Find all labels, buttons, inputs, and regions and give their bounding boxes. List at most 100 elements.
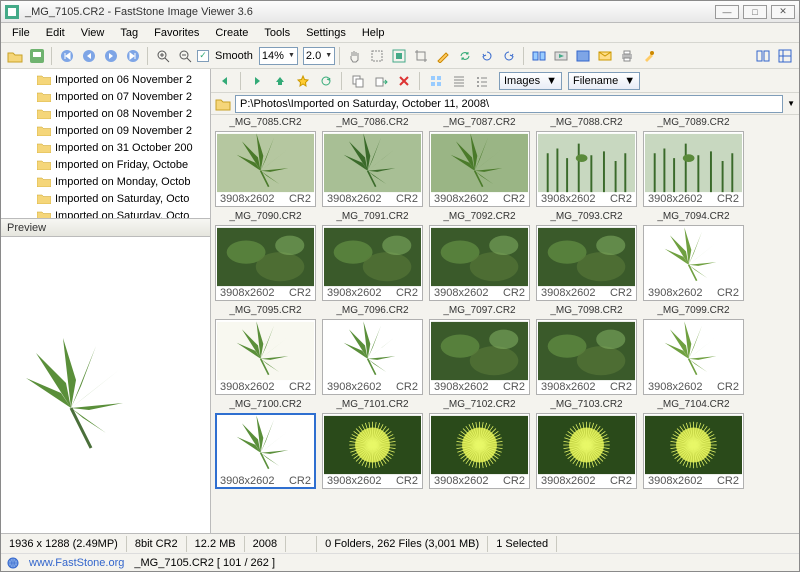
- path-dropdown-icon[interactable]: ▼: [787, 99, 795, 108]
- menu-create[interactable]: Create: [208, 25, 255, 41]
- menu-favorites[interactable]: Favorites: [147, 25, 206, 41]
- folder-label: Imported on Saturday, Octo: [55, 210, 189, 220]
- thumbnail-image: [431, 415, 528, 475]
- thumbnail[interactable]: _MG_7090.CR23908x2602CR2: [215, 211, 316, 301]
- thumbnail[interactable]: _MG_7102.CR23908x2602CR2: [429, 399, 530, 489]
- print-button[interactable]: [617, 46, 637, 66]
- thumbnail[interactable]: _MG_7089.CR23908x2602CR2: [643, 117, 744, 207]
- settings-button[interactable]: [639, 46, 659, 66]
- compare-button[interactable]: [529, 46, 549, 66]
- maximize-button[interactable]: □: [743, 5, 767, 19]
- status-dims: 1936 x 1288 (2.49MP): [1, 536, 127, 552]
- thumbnail[interactable]: _MG_7095.CR23908x2602CR2: [215, 305, 316, 395]
- menu-help[interactable]: Help: [355, 25, 392, 41]
- hand-tool-button[interactable]: [345, 46, 365, 66]
- rotate-left-button[interactable]: [477, 46, 497, 66]
- browser-toolbar: Images▼ Filename▼: [211, 69, 799, 93]
- status-website[interactable]: www.FastStone.org: [29, 557, 124, 569]
- status-selected: 1 Selected: [488, 536, 557, 552]
- save-button[interactable]: [27, 46, 47, 66]
- list-view-button[interactable]: [472, 71, 492, 91]
- email-button[interactable]: [595, 46, 615, 66]
- fullscreen-button[interactable]: [573, 46, 593, 66]
- thumbnail[interactable]: _MG_7096.CR23908x2602CR2: [322, 305, 423, 395]
- folder-tree[interactable]: Imported on 06 November 2Imported on 07 …: [1, 69, 210, 219]
- folder-item[interactable]: Imported on Monday, Octob: [1, 173, 210, 190]
- zoom-factor-select[interactable]: 2.0▼: [303, 47, 335, 65]
- thumbnail[interactable]: _MG_7088.CR23908x2602CR2: [536, 117, 637, 207]
- draw-button[interactable]: [433, 46, 453, 66]
- details-view-button[interactable]: [449, 71, 469, 91]
- thumbnail[interactable]: _MG_7101.CR23908x2602CR2: [322, 399, 423, 489]
- thumbnail[interactable]: _MG_7094.CR23908x2602CR2: [643, 211, 744, 301]
- dual-pane-button[interactable]: [753, 46, 773, 66]
- menu-view[interactable]: View: [74, 25, 112, 41]
- thumbnails-view-button[interactable]: [426, 71, 446, 91]
- menu-file[interactable]: File: [5, 25, 37, 41]
- folder-item[interactable]: Imported on 06 November 2: [1, 71, 210, 88]
- thumbnail[interactable]: _MG_7093.CR23908x2602CR2: [536, 211, 637, 301]
- menu-tools[interactable]: Tools: [257, 25, 297, 41]
- open-button[interactable]: [5, 46, 25, 66]
- folder-icon: [37, 159, 51, 170]
- folder-item[interactable]: Imported on 31 October 200: [1, 139, 210, 156]
- reload-button[interactable]: [316, 71, 336, 91]
- path-input[interactable]: P:\Photos\Imported on Saturday, October …: [235, 95, 783, 113]
- thumbnail[interactable]: _MG_7098.CR23908x2602CR2: [536, 305, 637, 395]
- close-button[interactable]: ✕: [771, 5, 795, 19]
- thumbnail[interactable]: _MG_7104.CR23908x2602CR2: [643, 399, 744, 489]
- thumbnail[interactable]: _MG_7091.CR23908x2602CR2: [322, 211, 423, 301]
- folder-icon: [37, 193, 51, 204]
- filter-select[interactable]: Images▼: [499, 72, 562, 90]
- thumbnail[interactable]: _MG_7097.CR23908x2602CR2: [429, 305, 530, 395]
- thumbnail-dim: 3908x2602: [648, 193, 702, 205]
- sort-select[interactable]: Filename▼: [568, 72, 640, 90]
- move-button[interactable]: [371, 71, 391, 91]
- minimize-button[interactable]: —: [715, 5, 739, 19]
- thumbnail-label: _MG_7101.CR2: [336, 399, 408, 413]
- thumbnail[interactable]: _MG_7086.CR23908x2602CR2: [322, 117, 423, 207]
- folder-item[interactable]: Imported on Friday, Octobe: [1, 156, 210, 173]
- refresh-button[interactable]: [455, 46, 475, 66]
- zoom-in-button[interactable]: [153, 46, 173, 66]
- folder-item[interactable]: Imported on 08 November 2: [1, 105, 210, 122]
- menu-settings[interactable]: Settings: [299, 25, 353, 41]
- back-button[interactable]: [215, 71, 235, 91]
- folder-item[interactable]: Imported on 07 November 2: [1, 88, 210, 105]
- preview-area[interactable]: [1, 237, 210, 533]
- prev-button[interactable]: [79, 46, 99, 66]
- thumbnail[interactable]: _MG_7087.CR23908x2602CR2: [429, 117, 530, 207]
- rotate-right-button[interactable]: [499, 46, 519, 66]
- menu-tag[interactable]: Tag: [113, 25, 145, 41]
- up-button[interactable]: [270, 71, 290, 91]
- thumbnail-dim: 3908x2602: [327, 193, 381, 205]
- layout-button[interactable]: [775, 46, 795, 66]
- thumbnail[interactable]: _MG_7085.CR23908x2602CR2: [215, 117, 316, 207]
- thumbnail[interactable]: _MG_7100.CR23908x2602CR2: [215, 399, 316, 489]
- folder-item[interactable]: Imported on Saturday, Octo: [1, 190, 210, 207]
- crop-button[interactable]: [411, 46, 431, 66]
- folder-item[interactable]: Imported on Saturday, Octo: [1, 207, 210, 219]
- last-button[interactable]: [123, 46, 143, 66]
- fit-button[interactable]: [389, 46, 409, 66]
- favorite-button[interactable]: [293, 71, 313, 91]
- forward-button[interactable]: [247, 71, 267, 91]
- thumbnail[interactable]: _MG_7092.CR23908x2602CR2: [429, 211, 530, 301]
- copy-button[interactable]: [348, 71, 368, 91]
- thumbnail-grid[interactable]: _MG_7085.CR23908x2602CR2_MG_7086.CR23908…: [211, 115, 799, 533]
- folder-item[interactable]: Imported on 09 November 2: [1, 122, 210, 139]
- thumbnail-label: _MG_7095.CR2: [229, 305, 301, 319]
- thumbnail[interactable]: _MG_7099.CR23908x2602CR2: [643, 305, 744, 395]
- menu-edit[interactable]: Edit: [39, 25, 72, 41]
- first-button[interactable]: [57, 46, 77, 66]
- zoom-percent-select[interactable]: 14%▼: [259, 47, 298, 65]
- slideshow-button[interactable]: [551, 46, 571, 66]
- delete-button[interactable]: [394, 71, 414, 91]
- zoom-out-button[interactable]: [175, 46, 195, 66]
- folder-icon: [37, 142, 51, 153]
- next-button[interactable]: [101, 46, 121, 66]
- status-folders: 0 Folders, 262 Files (3,001 MB): [316, 536, 488, 552]
- thumbnail[interactable]: _MG_7103.CR23908x2602CR2: [536, 399, 637, 489]
- select-tool-button[interactable]: [367, 46, 387, 66]
- smooth-checkbox[interactable]: ✓: [197, 50, 209, 62]
